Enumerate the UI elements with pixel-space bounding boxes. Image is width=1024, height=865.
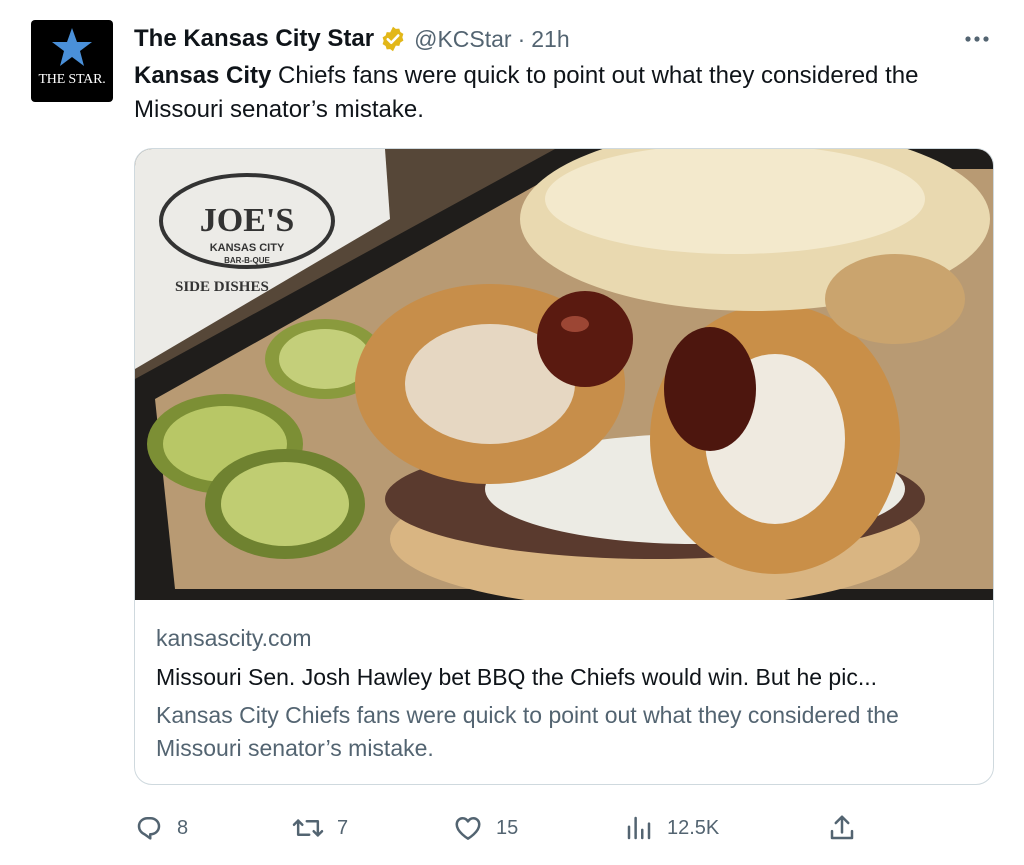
avatar-logo-text: THE STAR.: [38, 72, 106, 87]
views-count: 12.5K: [667, 816, 720, 839]
views-icon: [627, 816, 651, 840]
image-side-text: SIDE DISHES: [175, 279, 269, 295]
card-title[interactable]: Missouri Sen. Josh Hawley bet BBQ the Ch…: [156, 661, 976, 693]
action-bar: 8 7 15 12.5K: [0, 808, 1024, 848]
reply-count: 8: [177, 816, 189, 839]
card-image[interactable]: JOE'S KANSAS CITY BAR-B-QUE SIDE DISHES: [135, 149, 993, 600]
card-description: Kansas City Chiefs fans were quick to po…: [156, 702, 899, 761]
like-count: 15: [496, 816, 519, 839]
verified-badge-icon[interactable]: [379, 25, 407, 53]
star-logo-icon: [52, 28, 92, 66]
image-sign-sub: KANSAS CITY: [210, 242, 285, 254]
tweet-text: Kansas City Chiefs fans were quick to po…: [134, 59, 1014, 127]
more-icon[interactable]: [960, 22, 994, 56]
image-sign-sub2: BAR-B-QUE: [224, 256, 270, 265]
card-domain[interactable]: kansascity.com: [156, 625, 312, 652]
separator-dot: ·: [517, 25, 526, 52]
tweet[interactable]: THE STAR. The Kansas City Star @KCStar ·…: [0, 0, 1024, 865]
share-button[interactable]: [827, 808, 857, 848]
avatar[interactable]: THE STAR.: [31, 20, 113, 102]
views-button[interactable]: 12.5K: [624, 808, 719, 848]
handle[interactable]: @KCStar: [414, 26, 511, 53]
reply-icon: [137, 817, 161, 840]
link-card[interactable]: JOE'S KANSAS CITY BAR-B-QUE SIDE DISHES: [134, 148, 994, 785]
timestamp[interactable]: 21h: [531, 26, 569, 53]
tweet-header: The Kansas City Star @KCStar · 21h: [134, 22, 570, 56]
display-name[interactable]: The Kansas City Star: [134, 25, 374, 53]
tweet-text-bold[interactable]: Kansas City: [134, 62, 271, 89]
heart-icon: [455, 817, 481, 840]
image-sign-text: JOE'S: [200, 202, 294, 239]
reply-button[interactable]: 8: [134, 808, 188, 848]
like-button[interactable]: 15: [453, 808, 518, 848]
repost-count: 7: [337, 816, 349, 839]
share-icon: [830, 815, 854, 840]
repost-icon: [292, 819, 324, 837]
repost-button[interactable]: 7: [292, 808, 348, 848]
